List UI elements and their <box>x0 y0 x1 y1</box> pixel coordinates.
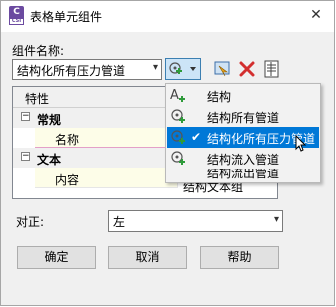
svg-text:A: A <box>170 88 179 103</box>
app-badge-sub: CSI <box>9 18 24 25</box>
property-content-label: 内容 <box>55 173 80 187</box>
property-group-label: 文本 <box>37 153 62 167</box>
component-name-value: 结构化所有压力管道 <box>17 64 126 78</box>
dialog-window: C CSI 表格单元组件 ✕ 组件名称: 结构化所有压力管道 ▾ 特性 − 常规… <box>0 0 335 306</box>
justification-label: 对正: <box>16 215 45 229</box>
menu-item-label: 结构所有管道 <box>207 111 280 125</box>
text-add-icon: A <box>170 88 185 103</box>
cancel-button[interactable]: 取消 <box>108 246 187 269</box>
property-group-label: 常规 <box>37 113 62 127</box>
pick-from-drawing-icon <box>214 61 230 77</box>
menu-item-structure[interactable]: A 结构 <box>167 85 319 106</box>
collapse-icon[interactable]: − <box>21 152 30 161</box>
add-component-button[interactable] <box>165 58 201 80</box>
pick-component-button[interactable] <box>211 58 233 80</box>
menu-item-label: 结构流出管道 <box>207 169 280 180</box>
menu-item-structure-outflow-pipes[interactable]: 结构流出管道 <box>167 169 319 181</box>
menu-item-label: 结构流入管道 <box>207 153 280 167</box>
chevron-down-icon[interactable]: ▾ <box>274 214 279 225</box>
structure-add-icon <box>171 130 185 144</box>
menu-item-structured-all-pressure-pipes[interactable]: ✔ 结构化所有压力管道 <box>167 127 319 152</box>
help-button[interactable]: 帮助 <box>200 246 279 269</box>
component-settings-button[interactable] <box>261 58 283 80</box>
structure-add-icon <box>169 62 196 74</box>
structure-add-icon <box>171 151 185 165</box>
title-bar[interactable]: C CSI 表格单元组件 ✕ <box>1 1 334 32</box>
component-name-select[interactable]: 结构化所有压力管道 ▾ <box>12 59 162 80</box>
app-badge-letter: C <box>13 7 20 17</box>
delete-component-button[interactable] <box>236 58 258 80</box>
app-icon: C CSI <box>9 6 24 25</box>
window-title: 表格单元组件 <box>30 10 103 24</box>
component-type-menu: A 结构 结构所有管道 ✔ 结构化所有压力管道 结构流入管道 结构流出管道 <box>165 83 321 183</box>
chevron-down-icon[interactable]: ▾ <box>153 62 158 73</box>
property-grid-header-label: 特性 <box>25 92 50 106</box>
collapse-icon[interactable]: − <box>21 112 30 121</box>
delete-icon <box>239 61 255 77</box>
menu-item-structure-inflow-pipes[interactable]: 结构流入管道 <box>167 148 319 169</box>
table-settings-icon <box>264 60 279 78</box>
property-name-label: 名称 <box>55 133 80 147</box>
menu-item-structure-all-pipes[interactable]: 结构所有管道 <box>167 106 319 127</box>
justification-value: 左 <box>113 215 126 229</box>
checkmark-icon: ✔ <box>191 130 202 144</box>
structure-add-icon <box>171 109 185 123</box>
close-icon[interactable]: ✕ <box>304 4 328 26</box>
ok-button[interactable]: 确定 <box>17 246 96 269</box>
component-name-label: 组件名称: <box>12 44 65 58</box>
justification-select[interactable]: 左 ▾ <box>108 210 283 232</box>
menu-item-label: 结构 <box>207 90 232 104</box>
